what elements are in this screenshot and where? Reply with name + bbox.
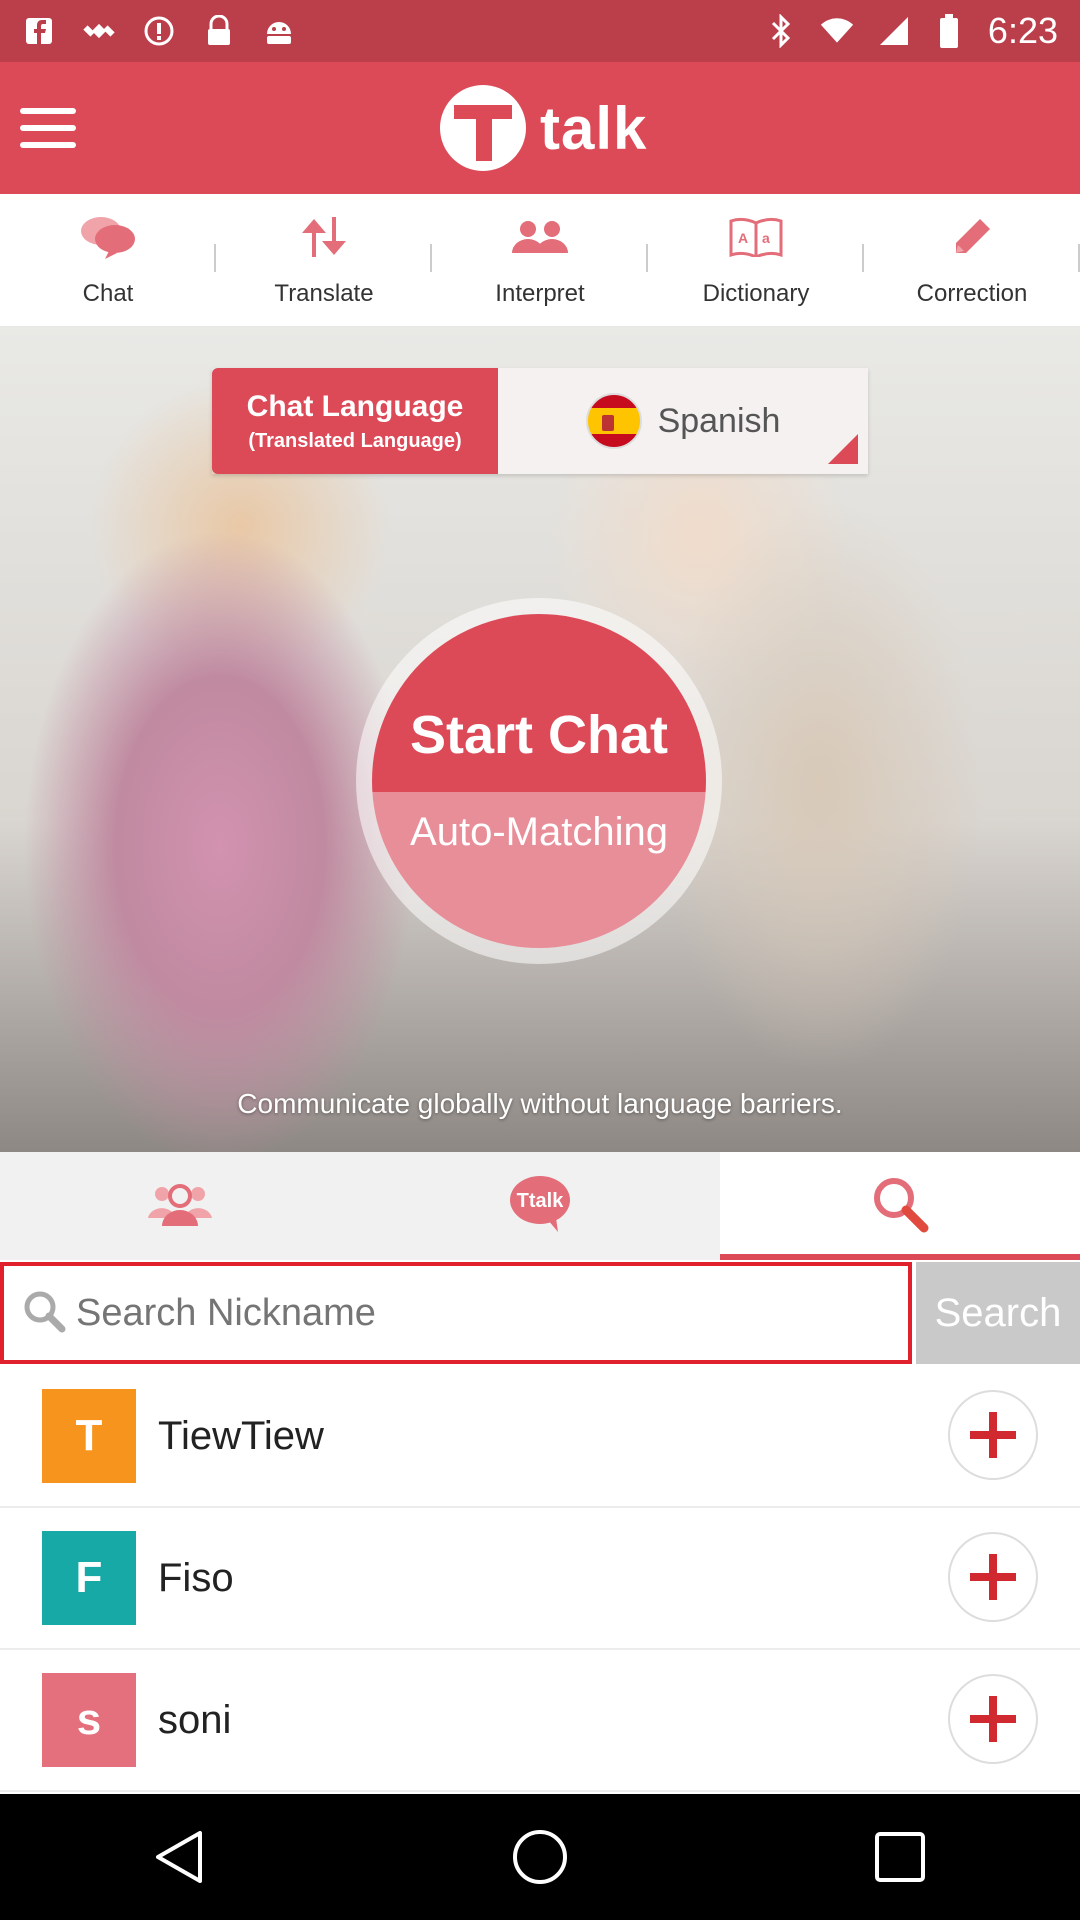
status-bar: 6:23 [0,0,1080,62]
tab-ttalk[interactable]: Ttalk [360,1152,720,1260]
search-icon [870,1174,930,1239]
language-dropdown[interactable]: Spanish [498,368,868,474]
satellite-icon [82,14,116,48]
avatar: s [42,1673,136,1767]
recent-apps-icon[interactable] [840,1807,960,1907]
nickname: TiewTiew [158,1413,324,1458]
start-chat-title: Start Chat [409,705,669,765]
bluetooth-icon [764,14,798,48]
tagline: Communicate globally without language ba… [237,1088,843,1119]
app-logo: talk [440,82,647,174]
tab-friends[interactable] [0,1152,360,1260]
svg-text:a: a [762,230,770,246]
svg-text:Ttalk: Ttalk [517,1190,565,1212]
app-logo-text: talk [540,94,648,162]
ttalk-logo-icon [440,85,526,171]
dictionary-book-icon: Aa [726,210,786,264]
pencil-icon [942,210,1002,264]
lock-icon [202,14,236,48]
feature-translate[interactable]: Translate [216,194,432,326]
feature-chat[interactable]: Chat [0,194,216,326]
avatar: F [42,1531,136,1625]
feature-interpret[interactable]: Interpret [432,194,648,326]
app-bar: talk [0,62,1080,194]
people-icon [510,210,570,264]
add-friend-button[interactable] [948,1532,1038,1622]
list-item[interactable]: T TiewTiew [0,1366,1080,1508]
chat-language-subtitle: (Translated Language) [248,429,462,452]
hamburger-menu-icon[interactable] [18,102,78,154]
feature-label: Dictionary [702,280,810,307]
tab-search[interactable] [720,1152,1080,1260]
add-friend-button[interactable] [948,1674,1038,1764]
chat-language-title: Chat Language [246,389,464,423]
feature-correction[interactable]: Correction [864,194,1080,326]
search-field[interactable] [0,1262,912,1364]
list-item[interactable]: s soni [0,1650,1080,1792]
dropdown-triangle-icon [828,434,858,464]
chat-language-selector[interactable]: Chat Language (Translated Language) Span… [212,368,868,474]
nickname: Fiso [158,1555,234,1600]
battery-icon [932,14,966,48]
feature-label: Interpret [495,280,585,307]
selected-language: Spanish [657,401,781,440]
feature-label: Chat [82,280,134,307]
status-time: 6:23 [987,10,1058,51]
svg-text:A: A [738,230,748,246]
search-nickname-input[interactable] [76,1291,876,1335]
user-list: T TiewTiew F Fiso s soni [0,1366,1080,1792]
feature-dictionary[interactable]: Aa Dictionary [648,194,864,326]
chat-language-label: Chat Language (Translated Language) [212,368,498,474]
list-item[interactable]: F Fiso [0,1508,1080,1650]
magnifier-icon [22,1289,66,1338]
hero-background-image: Chat Language (Translated Language) Span… [0,326,1080,1152]
system-navigation-bar [0,1794,1080,1920]
signal-icon [876,14,910,48]
auto-matching-label: Auto-Matching [410,810,668,854]
feature-label: Correction [916,280,1028,307]
chat-bubbles-icon [78,210,138,264]
avatar: T [42,1389,136,1483]
back-icon[interactable] [120,1807,240,1907]
swap-arrows-icon [294,210,354,264]
android-icon [262,14,296,48]
bottom-tabs: Ttalk [0,1152,1080,1260]
search-button[interactable]: Search [916,1262,1080,1364]
feature-label: Translate [274,280,374,307]
plus-icon [970,1412,1016,1458]
friends-icon [148,1182,212,1231]
add-friend-button[interactable] [948,1390,1038,1480]
spain-flag-icon [585,393,642,449]
search-row: Search [0,1260,1080,1366]
alert-icon [142,14,176,48]
home-icon[interactable] [480,1807,600,1907]
plus-icon [970,1554,1016,1600]
nickname: soni [158,1697,232,1742]
wifi-icon [820,14,854,48]
feature-bar: Chat Translate Interpret Aa Dictionary C… [0,194,1080,326]
plus-icon [970,1696,1016,1742]
start-chat-button[interactable]: Start Chat Auto-Matching [356,598,722,964]
facebook-icon [22,14,56,48]
ttalk-bubble-icon: Ttalk [508,1174,572,1239]
